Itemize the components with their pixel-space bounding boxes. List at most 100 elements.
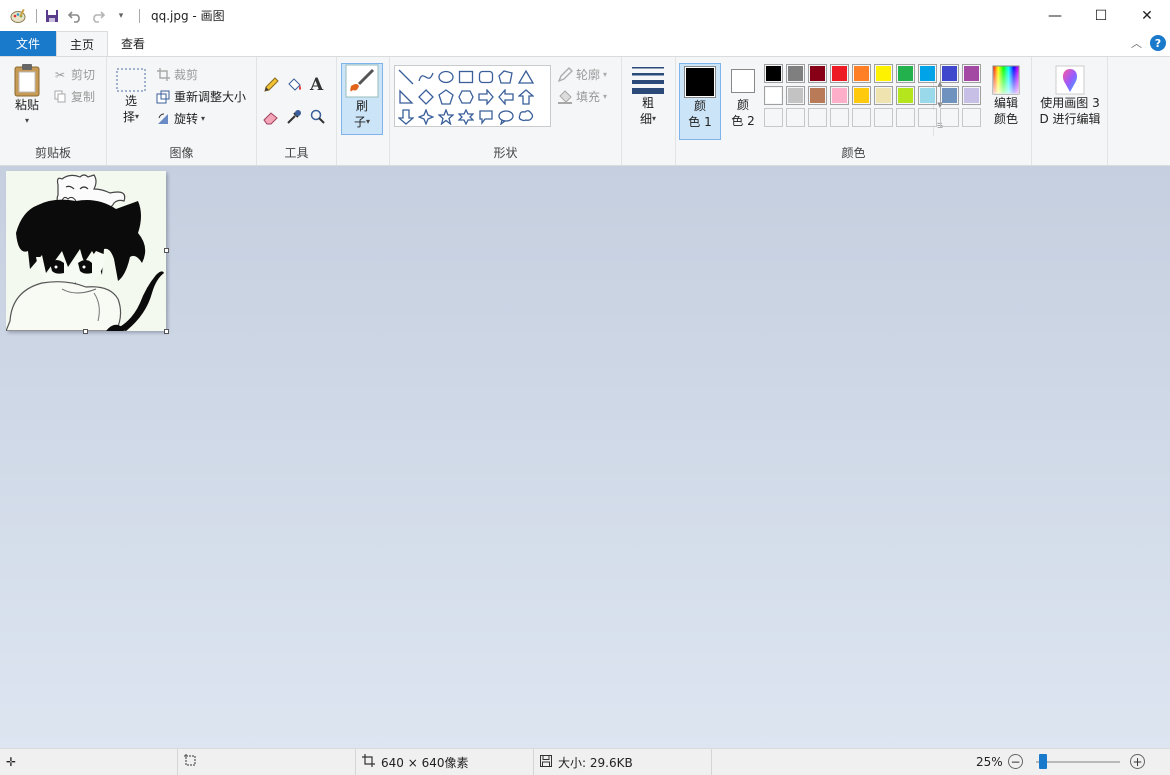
maximize-button[interactable]: ☐: [1078, 0, 1124, 31]
rounded-callout-shape-icon[interactable]: [476, 107, 496, 127]
color-swatch[interactable]: [830, 108, 849, 127]
zoom-in-button[interactable]: +: [1130, 754, 1145, 769]
edit-with-paint3d-button[interactable]: 使用画图 3 D 进行编辑: [1034, 65, 1106, 127]
six-point-star-shape-icon[interactable]: [456, 107, 476, 127]
line-shape-icon[interactable]: [396, 67, 416, 87]
customize-qat-dropdown-icon[interactable]: ▾: [111, 6, 131, 26]
rotate-button[interactable]: 旋转 ▾: [155, 110, 205, 127]
collapse-ribbon-icon[interactable]: ︿: [1131, 35, 1142, 51]
redo-icon[interactable]: [88, 6, 108, 26]
color-swatch[interactable]: [940, 108, 959, 127]
image-size-text: 640 × 640像素: [381, 755, 469, 770]
color-swatch[interactable]: [764, 64, 783, 83]
rounded-rectangle-shape-icon[interactable]: [476, 67, 496, 87]
color1-button[interactable]: 颜 色 1: [679, 63, 721, 140]
undo-icon[interactable]: [65, 6, 85, 26]
color-swatch[interactable]: [962, 108, 981, 127]
pentagon-shape-icon[interactable]: [436, 87, 456, 107]
tab-home[interactable]: 主页: [56, 31, 109, 56]
up-arrow-shape-icon[interactable]: [516, 87, 536, 107]
oval-shape-icon[interactable]: [436, 67, 456, 87]
color-swatch[interactable]: [874, 86, 893, 105]
color-swatch[interactable]: [786, 108, 805, 127]
five-point-star-shape-icon[interactable]: [436, 107, 456, 127]
resize-button[interactable]: 重新调整大小: [155, 88, 246, 105]
close-button[interactable]: ✕: [1124, 0, 1170, 31]
select-button[interactable]: 选 择 ▾: [113, 67, 149, 125]
color-swatch[interactable]: [918, 86, 937, 105]
color-swatch[interactable]: [852, 64, 871, 83]
zoom-out-button[interactable]: −: [1008, 754, 1023, 769]
curve-shape-icon[interactable]: [416, 67, 436, 87]
save-icon[interactable]: [42, 6, 62, 26]
color-swatch[interactable]: [852, 86, 871, 105]
left-arrow-shape-icon[interactable]: [496, 87, 516, 107]
size-button[interactable]: 粗 细 ▾: [628, 65, 668, 127]
tab-view[interactable]: 查看: [108, 31, 158, 56]
fill-button[interactable]: 填充 ▾: [557, 88, 607, 105]
color1-swatch: [684, 66, 716, 98]
minimize-button[interactable]: —: [1032, 0, 1078, 31]
color-swatch[interactable]: [896, 86, 915, 105]
paint-app-icon[interactable]: [8, 6, 28, 26]
color-swatch[interactable]: [896, 108, 915, 127]
magnifier-tool[interactable]: [310, 109, 329, 125]
outline-button[interactable]: 轮廓 ▾: [557, 66, 607, 83]
color-spectrum-icon: [992, 65, 1020, 95]
color-swatch[interactable]: [830, 86, 849, 105]
resize-handle-bottom[interactable]: [83, 329, 88, 334]
eraser-tool[interactable]: [263, 109, 282, 125]
resize-handle-right[interactable]: [164, 248, 169, 253]
color-picker-tool[interactable]: [286, 109, 305, 125]
color-swatch[interactable]: [808, 86, 827, 105]
color-swatch[interactable]: [962, 86, 981, 105]
shapes-gallery: ▲ ▼ ☰: [394, 65, 943, 136]
tab-file[interactable]: 文件: [0, 31, 56, 56]
color-swatch[interactable]: [918, 108, 937, 127]
cut-button[interactable]: ✂ 剪切: [52, 66, 95, 83]
color-swatch[interactable]: [918, 64, 937, 83]
color-swatch[interactable]: [808, 108, 827, 127]
brushes-button[interactable]: 刷 子 ▾: [341, 63, 383, 135]
color-swatch[interactable]: [962, 64, 981, 83]
color-swatch[interactable]: [830, 64, 849, 83]
help-icon[interactable]: ?: [1150, 35, 1166, 51]
hexagon-shape-icon[interactable]: [456, 87, 476, 107]
copy-button[interactable]: 复制: [52, 88, 95, 105]
polygon-shape-icon[interactable]: [496, 67, 516, 87]
group-clipboard: 粘贴 ▾ ✂ 剪切 复制 剪贴板: [0, 57, 107, 165]
oval-callout-shape-icon[interactable]: [496, 107, 516, 127]
right-arrow-shape-icon[interactable]: [476, 87, 496, 107]
color-swatch[interactable]: [874, 108, 893, 127]
crop-button[interactable]: 裁剪: [155, 66, 198, 83]
color-swatch[interactable]: [874, 64, 893, 83]
canvas-workspace[interactable]: [0, 166, 1170, 748]
fill-tool[interactable]: [286, 77, 305, 93]
zoom-slider-thumb[interactable]: [1039, 754, 1048, 769]
color-swatch[interactable]: [896, 64, 915, 83]
edit-colors-button[interactable]: 编辑 颜色: [984, 65, 1028, 127]
diamond-shape-icon[interactable]: [416, 87, 436, 107]
color-swatch[interactable]: [808, 64, 827, 83]
rectangle-shape-icon[interactable]: [456, 67, 476, 87]
triangle-shape-icon[interactable]: [516, 67, 536, 87]
color2-button[interactable]: 颜 色 2: [723, 65, 763, 129]
color-swatch[interactable]: [786, 86, 805, 105]
color-swatch[interactable]: [786, 64, 805, 83]
color-swatch[interactable]: [764, 86, 783, 105]
color-swatch[interactable]: [852, 108, 871, 127]
down-arrow-shape-icon[interactable]: [396, 107, 416, 127]
color-swatch[interactable]: [764, 108, 783, 127]
cloud-callout-shape-icon[interactable]: [516, 107, 536, 127]
group-paint3d: 使用画图 3 D 进行编辑: [1032, 57, 1108, 165]
resize-handle-corner[interactable]: [164, 329, 169, 334]
zoom-slider-track[interactable]: [1036, 761, 1120, 763]
drawing-canvas[interactable]: [6, 171, 166, 331]
color-swatch[interactable]: [940, 64, 959, 83]
right-triangle-shape-icon[interactable]: [396, 87, 416, 107]
paste-button[interactable]: 粘贴 ▾: [8, 63, 46, 129]
color-swatch[interactable]: [940, 86, 959, 105]
text-tool[interactable]: A: [310, 75, 323, 95]
pencil-tool[interactable]: [263, 77, 282, 93]
four-point-star-shape-icon[interactable]: [416, 107, 436, 127]
